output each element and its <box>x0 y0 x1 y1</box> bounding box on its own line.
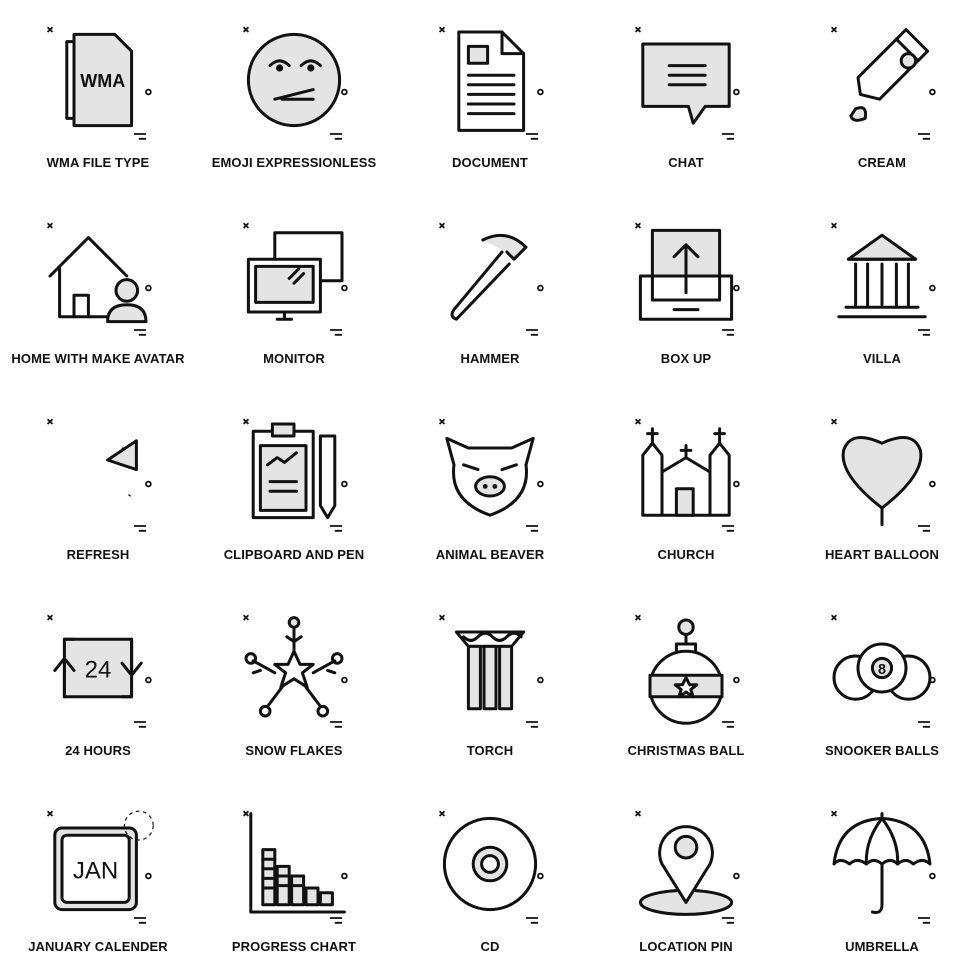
wma-file-icon: WMA <box>38 20 158 140</box>
icon-label: CD <box>480 939 500 954</box>
cream-icon <box>822 20 942 140</box>
clipboard-pen-icon <box>234 412 354 532</box>
icon-cell-progress-chart: PROGRESS CHART <box>196 784 392 980</box>
icon-label: JANUARY CALENDER <box>28 939 168 954</box>
icon-cell-location-pin: LOCATION PIN <box>588 784 784 980</box>
icon-cell-snooker-balls: 8 SNOOKER BALLS <box>784 588 980 784</box>
icon-cell-umbrella: UMBRELLA <box>784 784 980 980</box>
box-up-icon <box>626 216 746 336</box>
icon-cell-emoji-expressionless: EMOJI EXPRESSIONLESS <box>196 0 392 196</box>
icon-label: DOCUMENT <box>452 155 528 170</box>
icon-label: HAMMER <box>460 351 520 366</box>
icon-label: HEART BALLOON <box>825 547 939 562</box>
umbrella-icon <box>822 804 942 924</box>
icon-label: CHURCH <box>657 547 715 562</box>
home-avatar-icon <box>38 216 158 336</box>
icon-text: 8 <box>878 662 886 678</box>
icon-cell-monitor: MONITOR <box>196 196 392 392</box>
document-icon <box>430 20 550 140</box>
icon-cell-january-calendar: JAN JANUARY CALENDER <box>0 784 196 980</box>
24-hours-icon: 24 <box>38 608 158 728</box>
january-calendar-icon: JAN <box>38 804 158 924</box>
icon-cell-animal-beaver: ANIMAL BEAVER <box>392 392 588 588</box>
icon-label: UMBRELLA <box>845 939 919 954</box>
icon-label: TORCH <box>466 743 514 758</box>
icon-cell-christmas-ball: CHRISTMAS BALL <box>588 588 784 784</box>
icon-text: JAN <box>73 857 118 884</box>
icon-cell-clipboard-pen: CLIPBOARD AND PEN <box>196 392 392 588</box>
icon-label: CHRISTMAS BALL <box>627 743 745 758</box>
icon-cell-villa: VILLA <box>784 196 980 392</box>
icon-label: MONITOR <box>263 351 325 366</box>
icon-text: WMA <box>80 71 125 91</box>
icon-label: WMA FILE TYPE <box>46 155 150 170</box>
chat-icon <box>626 20 746 140</box>
christmas-ball-icon <box>626 608 746 728</box>
icon-cell-wma-file: WMA WMA FILE TYPE <box>0 0 196 196</box>
torch-icon <box>430 608 550 728</box>
icon-label: BOX UP <box>660 351 712 366</box>
icon-label: VILLA <box>862 351 902 366</box>
icon-label: CREAM <box>857 155 907 170</box>
icon-cell-box-up: BOX UP <box>588 196 784 392</box>
icon-cell-chat: CHAT <box>588 0 784 196</box>
refresh-icon <box>38 412 158 532</box>
icon-cell-hammer: HAMMER <box>392 196 588 392</box>
icon-label: CHAT <box>668 155 704 170</box>
icon-cell-church: CHURCH <box>588 392 784 588</box>
icon-cell-cream: CREAM <box>784 0 980 196</box>
icon-label: ANIMAL BEAVER <box>435 547 545 562</box>
icon-cell-snow-flakes: SNOW FLAKES <box>196 588 392 784</box>
icon-label: LOCATION PIN <box>639 939 733 954</box>
icon-grid: WMA WMA FILE TYPE EMOJI EXPRESSIONLESS DOCU… <box>0 0 980 980</box>
icon-label: HOME WITH MAKE AVATAR <box>11 351 185 366</box>
icon-label: 24 HOURS <box>65 743 131 758</box>
icon-cell-torch: TORCH <box>392 588 588 784</box>
icon-cell-24-hours: 24 24 HOURS <box>0 588 196 784</box>
icon-cell-heart-balloon: HEART BALLOON <box>784 392 980 588</box>
church-icon <box>626 412 746 532</box>
icon-label: CLIPBOARD AND PEN <box>223 547 365 562</box>
cd-icon <box>430 804 550 924</box>
icon-text: 24 <box>85 657 112 684</box>
villa-icon <box>822 216 942 336</box>
snow-flakes-icon <box>234 608 354 728</box>
hammer-icon <box>430 216 550 336</box>
monitor-icon <box>234 216 354 336</box>
animal-beaver-icon <box>430 412 550 532</box>
location-pin-icon <box>626 804 746 924</box>
icon-label: SNOW FLAKES <box>245 743 343 758</box>
snooker-balls-icon: 8 <box>822 608 942 728</box>
icon-cell-document: DOCUMENT <box>392 0 588 196</box>
progress-chart-icon <box>234 804 354 924</box>
heart-balloon-icon <box>822 412 942 532</box>
emoji-expressionless-icon <box>234 20 354 140</box>
icon-label: EMOJI EXPRESSIONLESS <box>211 155 377 170</box>
icon-cell-cd: CD <box>392 784 588 980</box>
icon-cell-home-avatar: HOME WITH MAKE AVATAR <box>0 196 196 392</box>
icon-cell-refresh: REFRESH <box>0 392 196 588</box>
icon-label: REFRESH <box>66 547 130 562</box>
icon-label: SNOOKER BALLS <box>825 743 939 758</box>
icon-label: PROGRESS CHART <box>231 939 357 954</box>
